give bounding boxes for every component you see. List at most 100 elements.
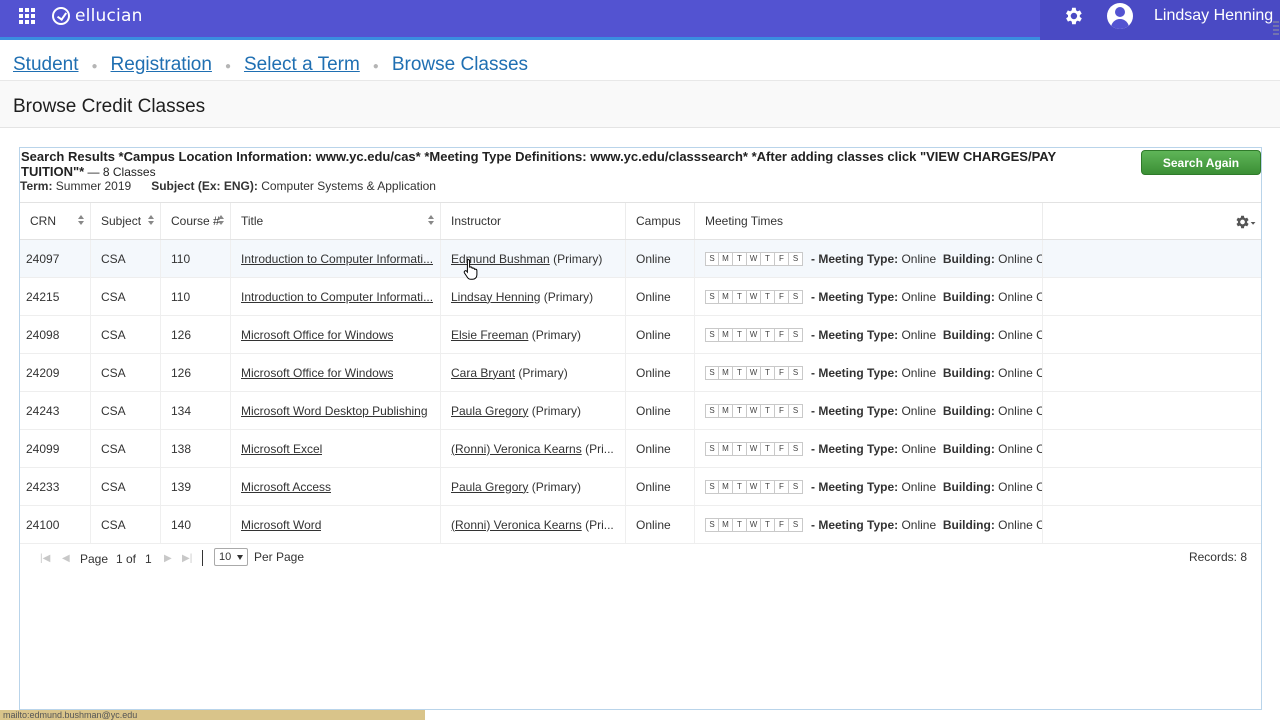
scrollbar-resize-handle[interactable] [1272,18,1280,40]
meeting-days: SMTWTFS [705,517,803,532]
instructor-role: (Pri... [581,517,614,532]
apps-grid-icon[interactable] [19,8,35,24]
instructor-role: (Primary) [528,403,582,418]
day-box: S [705,517,719,532]
course-title-link[interactable]: Introduction to Computer Informati... [237,252,433,266]
instructor-link[interactable]: (Ronni) Veronica Kearns [451,442,582,456]
sort-icon[interactable] [428,215,435,227]
breadcrumb-registration[interactable]: Registration [111,54,212,76]
course-title-link[interactable]: Microsoft Office for Windows [237,328,393,342]
instructor-cell: Paula Gregory (Primary) [441,392,626,429]
meeting-type-label: - Meeting Type: [811,327,899,342]
course-title-link[interactable]: Microsoft Word Desktop Publishing [237,404,428,418]
page-current[interactable]: 1 of [116,552,136,566]
course-value: 110 [171,289,191,304]
brand-name: ellucian [75,6,143,26]
table-row[interactable]: 24097 CSA 110 Introduction to Computer Info… [20,240,1261,278]
last-page-icon[interactable]: ▶| [182,553,192,564]
column-header-title[interactable]: Title [231,203,441,239]
results-title: Search Results *Campus Location Informat… [21,149,1111,180]
day-box: F [775,441,789,456]
day-box: S [789,517,803,532]
hand-cursor-icon [463,258,478,280]
subject-cell: CSA [91,430,161,467]
per-page-select[interactable]: 10 [214,548,248,566]
day-box: M [719,441,733,456]
meeting-days: SMTWTFS [705,289,803,304]
instructor-role: (Primary) [515,365,568,380]
meeting-times-cell: SMTWTFS- Meeting Type: Online Building: … [695,506,1043,543]
instructor-link[interactable]: Paula Gregory [451,404,528,418]
instructor-link[interactable]: Cara Bryant [451,366,515,380]
column-header-instructor[interactable]: Instructor [441,203,626,239]
sort-icon[interactable] [148,215,155,227]
day-box: T [761,517,775,532]
course-title-link[interactable]: Microsoft Access [237,480,331,494]
day-box: S [705,251,719,266]
gear-icon[interactable] [1062,5,1084,27]
day-box: S [705,403,719,418]
course-title-link[interactable]: Introduction to Computer Informati... [237,290,433,304]
title-cell: Introduction to Computer Informati... [231,240,441,277]
column-header-meeting-times[interactable]: Meeting Times [695,203,1043,239]
sort-icon[interactable] [218,215,225,227]
day-box: T [761,327,775,342]
subject-value: Computer Systems & Application [261,179,436,193]
table-row[interactable]: 24100 CSA 140 Microsoft Word (Ronni) Veronic… [20,506,1261,544]
instructor-cell: (Ronni) Veronica Kearns (Pri... [441,506,626,543]
title-cell: Microsoft Excel [231,430,441,467]
table-row[interactable]: 24099 CSA 138 Microsoft Excel (Ronni) Veroni… [20,430,1261,468]
column-settings-gear-icon[interactable] [1235,212,1257,232]
column-header-subject[interactable]: Subject [91,203,161,239]
search-again-button[interactable]: Search Again [1141,150,1261,175]
title-cell: Microsoft Office for Windows [231,316,441,353]
day-box: T [733,251,747,266]
column-header-course[interactable]: Course # [161,203,231,239]
crn-value: 24209 [26,365,60,380]
results-count: — 8 Classes [84,165,156,179]
sort-icon[interactable] [78,215,85,227]
first-page-icon[interactable]: |◀ [40,553,50,564]
table-row[interactable]: 24243 CSA 134 Microsoft Word Desktop Publis… [20,392,1261,430]
instructor-link[interactable]: (Ronni) Veronica Kearns [451,518,582,532]
day-box: F [775,289,789,304]
table-row[interactable]: 24098 CSA 126 Microsoft Office for Windows E… [20,316,1261,354]
table-row[interactable]: 24233 CSA 139 Microsoft Access Paula Gregory… [20,468,1261,506]
previous-page-icon[interactable]: ◀ [62,553,70,564]
breadcrumb-student[interactable]: Student [13,54,79,76]
subject-value: CSA [101,365,126,380]
course-title-link[interactable]: Microsoft Office for Windows [237,366,393,380]
day-box: W [747,517,761,532]
building-label: Building: [942,441,995,456]
ellucian-logo-icon [52,7,70,25]
meeting-days: SMTWTFS [705,251,803,266]
crn-cell: 24099 [20,430,91,467]
breadcrumb-select-term[interactable]: Select a Term [244,54,360,76]
user-avatar-icon[interactable] [1107,3,1133,29]
ellucian-logo[interactable]: ellucian [52,5,143,27]
instructor-link[interactable]: Elsie Freeman [451,328,528,342]
day-box: S [789,403,803,418]
column-header-crn[interactable]: CRN [20,203,91,239]
table-row[interactable]: 24215 CSA 110 Introduction to Computer Info… [20,278,1261,316]
column-label: Campus [636,214,681,228]
building-label: Building: [942,403,995,418]
instructor-link[interactable]: Lindsay Henning [451,290,540,304]
table-row[interactable]: 24209 CSA 126 Microsoft Office for Windows C… [20,354,1261,392]
instructor-role: (Primary) [549,251,603,266]
meeting-type-value: Online [901,441,937,456]
breadcrumb-separator: ● [224,60,231,72]
day-box: W [747,441,761,456]
instructor-cell: Paula Gregory (Primary) [441,468,626,505]
next-page-icon[interactable]: ▶ [164,553,172,564]
campus-value: Online [636,289,671,304]
building-value: Online Cou [998,365,1042,380]
day-box: W [747,479,761,494]
instructor-link[interactable]: Paula Gregory [451,480,528,494]
course-title-link[interactable]: Microsoft Word [237,518,321,532]
course-value: 134 [171,403,192,418]
user-name[interactable]: Lindsay Henning [1154,7,1273,25]
crn-cell: 24209 [20,354,91,391]
course-title-link[interactable]: Microsoft Excel [237,442,322,456]
column-header-campus[interactable]: Campus [626,203,695,239]
